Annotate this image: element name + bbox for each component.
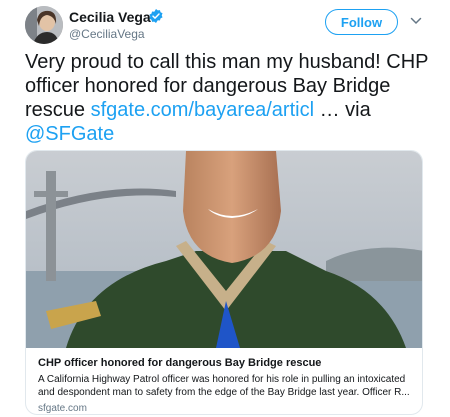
chevron-down-icon[interactable] [410, 16, 422, 26]
tweet-mention[interactable]: @SFGate [25, 123, 114, 145]
tweet-text: Very proud to call this man my husband! … [25, 50, 445, 146]
avatar[interactable] [25, 6, 63, 44]
user-name[interactable]: Cecilia Vega [69, 9, 151, 25]
follow-button[interactable]: Follow [325, 9, 398, 35]
verified-badge-icon [149, 9, 163, 23]
card-image[interactable] [26, 151, 423, 348]
tweet-link[interactable]: sfgate.com/bayarea/articl [91, 99, 314, 121]
tweet-via: … via [314, 99, 371, 121]
link-card[interactable]: CHP officer honored for dangerous Bay Br… [25, 150, 423, 415]
card-text[interactable]: CHP officer honored for dangerous Bay Br… [38, 356, 418, 414]
card-title[interactable]: CHP officer honored for dangerous Bay Br… [38, 356, 418, 370]
user-handle[interactable]: @CeciliaVega [69, 27, 145, 41]
card-description: A California Highway Patrol officer was … [38, 374, 410, 398]
card-domain: sfgate.com [38, 403, 87, 414]
